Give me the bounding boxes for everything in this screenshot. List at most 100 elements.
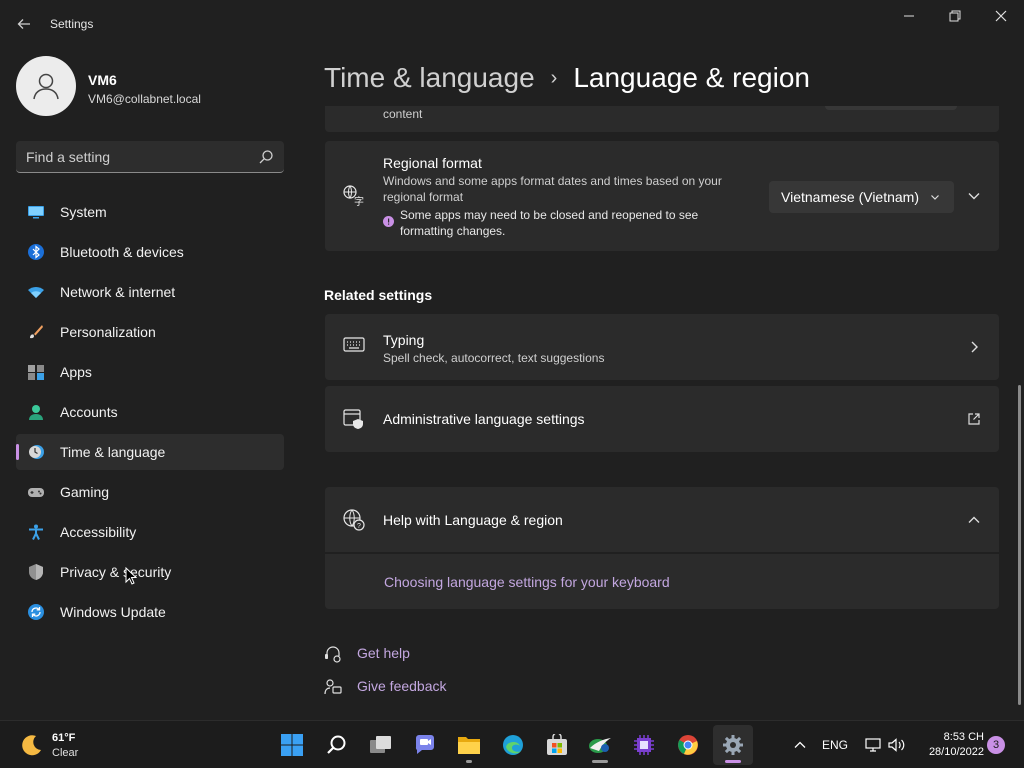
related-settings-heading: Related settings <box>324 287 433 303</box>
sidebar-item-personalization[interactable]: Personalization <box>16 314 284 350</box>
chevron-up-icon[interactable] <box>794 739 806 751</box>
sidebar-item-time-language[interactable]: Time & language <box>16 434 284 470</box>
sidebar-item-system[interactable]: System <box>16 194 284 230</box>
globe-network-icon <box>589 738 611 753</box>
chevron-down-icon <box>931 195 939 200</box>
settings-taskbar-button[interactable] <box>713 725 753 765</box>
taskbar-clock[interactable]: 8:53 CH 28/10/2022 <box>914 730 984 760</box>
sidebar-item-label: Accessibility <box>60 524 137 540</box>
minimize-button[interactable] <box>886 0 932 32</box>
give-feedback-link[interactable]: Give feedback <box>357 678 447 694</box>
info-icon <box>383 216 394 227</box>
typing-title: Typing <box>383 332 425 348</box>
regional-format-card[interactable]: 字 Regional format Windows and some apps … <box>325 141 999 251</box>
network-app-button[interactable] <box>580 725 620 765</box>
file-explorer-button[interactable] <box>449 725 489 765</box>
sidebar-item-bluetooth[interactable]: Bluetooth & devices <box>16 234 284 270</box>
mouse-cursor-icon <box>125 567 137 585</box>
admin-language-card[interactable]: Administrative language settings <box>325 386 999 452</box>
sidebar-item-label: Privacy & security <box>60 564 172 580</box>
windows-logo-icon <box>281 734 303 756</box>
scrollbar[interactable] <box>1018 385 1021 705</box>
sidebar-item-accounts[interactable]: Accounts <box>16 394 284 430</box>
active-indicator <box>725 760 741 763</box>
sidebar-item-privacy[interactable]: Privacy & security <box>16 554 284 590</box>
admin-window-shield-icon <box>343 409 363 429</box>
store-button[interactable] <box>537 725 577 765</box>
regional-format-selected: Vietnamese (Vietnam) <box>781 189 919 205</box>
partial-dropdown <box>825 106 957 110</box>
cpu-app-button[interactable] <box>624 725 664 765</box>
task-view-icon <box>370 736 391 753</box>
help-card-header[interactable]: ? Help with Language & region <box>325 487 999 552</box>
restore-icon <box>949 10 961 22</box>
taskbar: 61°F Clear ENG 8:53 CH 28/10/2022 3 <box>0 720 1024 768</box>
volume-icon[interactable] <box>888 738 906 752</box>
teams-chat-button[interactable] <box>405 725 445 765</box>
input-language-indicator[interactable]: ENG <box>822 721 848 768</box>
expand-chevron-icon[interactable] <box>967 189 981 203</box>
regional-format-icon: 字 <box>343 185 364 207</box>
breadcrumb-parent[interactable]: Time & language <box>324 62 535 94</box>
store-icon <box>547 734 567 755</box>
gear-icon <box>723 735 743 755</box>
person-icon <box>33 73 59 100</box>
search-input[interactable] <box>26 141 246 172</box>
typing-card[interactable]: Typing Spell check, autocorrect, text su… <box>325 314 999 380</box>
page-title: Language & region <box>573 62 810 93</box>
sidebar-item-gaming[interactable]: Gaming <box>16 474 284 510</box>
notification-badge[interactable]: 3 <box>987 736 1005 754</box>
back-button[interactable] <box>8 8 40 40</box>
search-box[interactable] <box>16 141 284 173</box>
help-title: Help with Language & region <box>383 512 563 528</box>
clock-time: 8:53 CH <box>943 731 984 743</box>
sidebar-item-label: Personalization <box>60 324 156 340</box>
external-link-icon <box>968 413 980 425</box>
help-card-content: Choosing language settings for your keyb… <box>325 554 999 609</box>
profile-name: VM6 <box>88 72 117 88</box>
chip-icon <box>634 735 654 755</box>
start-button[interactable] <box>272 725 312 765</box>
keyboard-language-help-link[interactable]: Choosing language settings for your keyb… <box>384 574 670 590</box>
get-help-icon <box>325 646 341 663</box>
regional-format-title: Regional format <box>383 155 482 171</box>
sidebar-item-accessibility[interactable]: Accessibility <box>16 514 284 550</box>
brush-icon <box>30 325 43 339</box>
regional-format-warning: Some apps may need to be closed and reop… <box>400 208 699 238</box>
maximize-button[interactable] <box>932 0 978 32</box>
regional-format-dropdown[interactable]: Vietnamese (Vietnam) <box>769 181 954 213</box>
chevron-right-icon <box>971 341 978 353</box>
running-indicator <box>466 760 472 763</box>
weather-condition[interactable]: Clear <box>52 747 78 759</box>
regional-format-description: Windows and some apps format dates and t… <box>383 174 722 204</box>
keyboard-icon <box>343 337 365 352</box>
task-view-button[interactable] <box>361 725 401 765</box>
user-profile[interactable]: VM6 VM6@collabnet.local <box>16 56 286 118</box>
typing-description: Spell check, autocorrect, text suggestio… <box>383 351 605 365</box>
sidebar-item-apps[interactable]: Apps <box>16 354 284 390</box>
search-taskbar-button[interactable] <box>317 725 357 765</box>
sidebar-item-label: System <box>60 204 107 220</box>
update-icon <box>28 604 44 620</box>
shield-icon <box>29 564 43 580</box>
search-icon <box>327 735 346 754</box>
get-help-link[interactable]: Get help <box>357 645 410 661</box>
svg-text:?: ? <box>357 523 361 530</box>
sidebar-item-network[interactable]: Network & internet <box>16 274 284 310</box>
person-icon <box>29 405 43 420</box>
partial-card-text: content <box>383 107 423 121</box>
weather-temperature[interactable]: 61°F <box>52 732 75 744</box>
apps-icon <box>28 365 44 380</box>
sidebar-item-windows-update[interactable]: Windows Update <box>16 594 284 630</box>
avatar <box>16 56 76 116</box>
edge-button[interactable] <box>493 725 533 765</box>
network-icon[interactable] <box>865 738 881 752</box>
breadcrumb: Time & language › Language & region <box>324 58 810 98</box>
admin-language-title: Administrative language settings <box>383 411 585 427</box>
search-icon[interactable] <box>258 149 274 165</box>
close-button[interactable] <box>978 0 1024 32</box>
profile-email: VM6@collabnet.local <box>88 92 201 106</box>
title-bar: Settings <box>0 0 1024 48</box>
chrome-button[interactable] <box>668 725 708 765</box>
moon-weather-icon[interactable] <box>20 733 44 757</box>
